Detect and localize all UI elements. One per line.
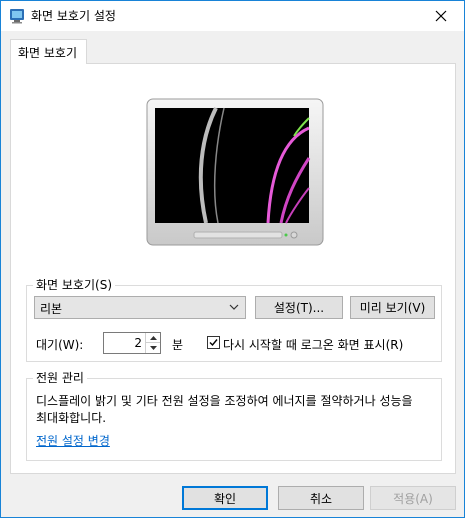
screensaver-select-value: 리본 <box>40 302 63 316</box>
checkmark-icon <box>209 339 218 347</box>
minutes-label: 분 <box>172 338 184 352</box>
preview-button[interactable]: 미리 보기(V) <box>350 296 435 319</box>
chevron-down-icon <box>149 346 157 350</box>
tab-screensaver-label: 화면 보호기 <box>18 46 78 60</box>
screensaver-select[interactable]: 리본 <box>34 296 246 319</box>
screensaver-app-icon <box>10 9 24 24</box>
screensaver-group-label: 화면 보호기(S) <box>33 277 115 293</box>
settings-button[interactable]: 설정(T)... <box>255 296 343 319</box>
stepper-down-button[interactable] <box>146 343 160 353</box>
close-icon <box>435 10 447 22</box>
apply-button[interactable]: 적용(A) <box>370 486 456 510</box>
tab-screensaver[interactable]: 화면 보호기 <box>10 39 87 64</box>
close-button[interactable] <box>418 1 464 31</box>
ok-button[interactable]: 확인 <box>182 486 268 510</box>
power-description: 디스플레이 밝기 및 기타 전원 설정을 조정하여 에너지를 절약하거나 성능을… <box>36 394 413 425</box>
monitor-preview <box>146 98 324 246</box>
stepper-up-button[interactable] <box>146 333 160 343</box>
screensaver-settings-window: 화면 보호기 설정 화면 보호기 화면 보호기(S) 리본 설정(T)... 미… <box>0 0 465 518</box>
window-title: 화면 보호기 설정 <box>31 9 116 23</box>
chevron-up-icon <box>149 335 157 340</box>
stepper-buttons <box>145 333 160 353</box>
wait-label: 대기(W): <box>36 338 84 352</box>
resume-logon-checkbox[interactable] <box>207 336 220 349</box>
title-bar[interactable]: 화면 보호기 설정 <box>1 1 464 31</box>
cancel-button[interactable]: 취소 <box>278 486 364 510</box>
wait-minutes-stepper[interactable]: 2 <box>103 332 161 354</box>
power-group-label: 전원 관리 <box>33 370 87 386</box>
chevron-down-icon <box>229 304 239 310</box>
tab-panel: 화면 보호기(S) 리본 설정(T)... 미리 보기(V) 대기(W): 2 … <box>10 63 456 474</box>
resume-logon-label[interactable]: 다시 시작할 때 로그온 화면 표시(R) <box>223 336 403 353</box>
wait-minutes-value[interactable]: 2 <box>134 336 142 350</box>
change-power-settings-link[interactable]: 전원 설정 변경 <box>36 432 110 449</box>
